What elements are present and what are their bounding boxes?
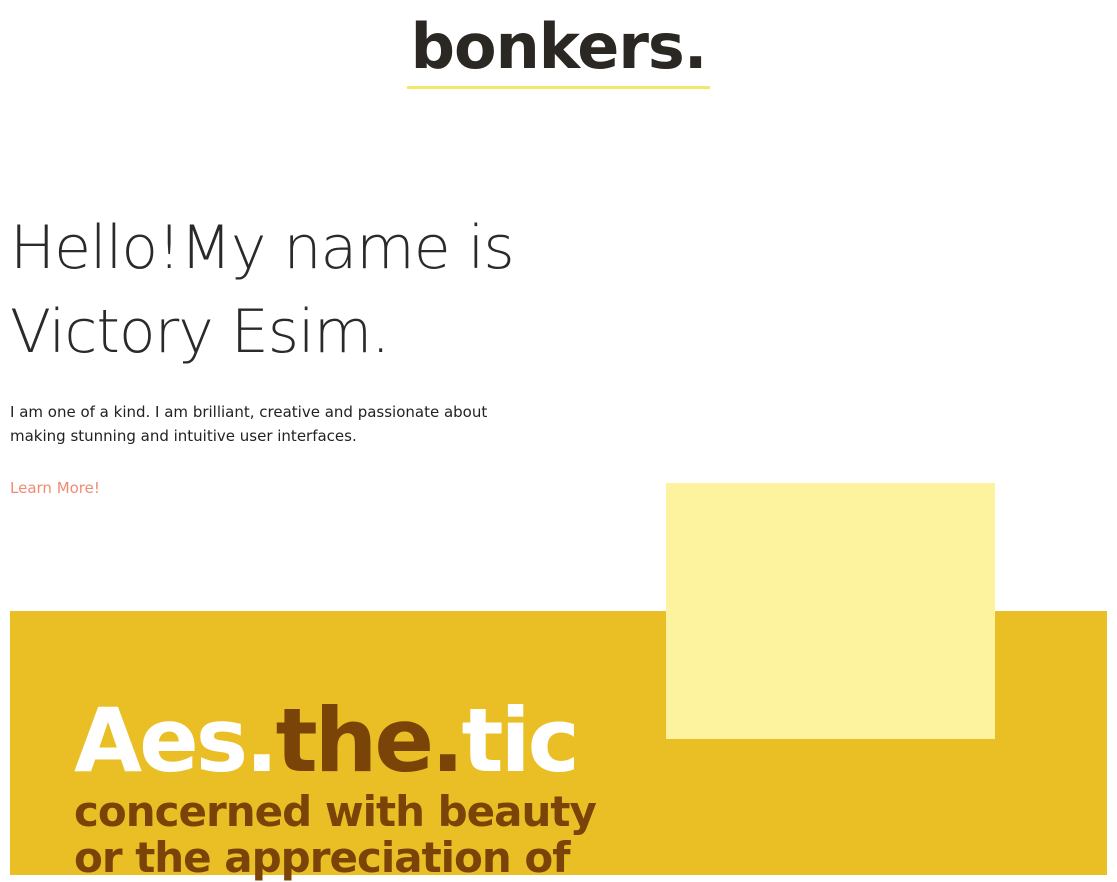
hero-title: Hello!My name is Victory Esim.	[10, 213, 515, 367]
aesthetic-definition: concerned with beauty or the appreciatio…	[74, 787, 597, 882]
learn-more-link[interactable]: Learn More!	[10, 477, 100, 499]
decorative-yellow-block	[666, 483, 995, 739]
logo: bonkers.	[0, 10, 1117, 89]
hero-description: I am one of a kind. I am brilliant, crea…	[10, 403, 488, 445]
aesthetic-title-part-2: the.	[275, 689, 465, 792]
logo-text[interactable]: bonkers.	[406, 10, 711, 89]
aesthetic-title-part-3: tic	[461, 689, 579, 792]
aesthetic-title: Aes.the.tic	[74, 689, 580, 792]
aesthetic-title-part-1: Aes.	[74, 689, 279, 792]
